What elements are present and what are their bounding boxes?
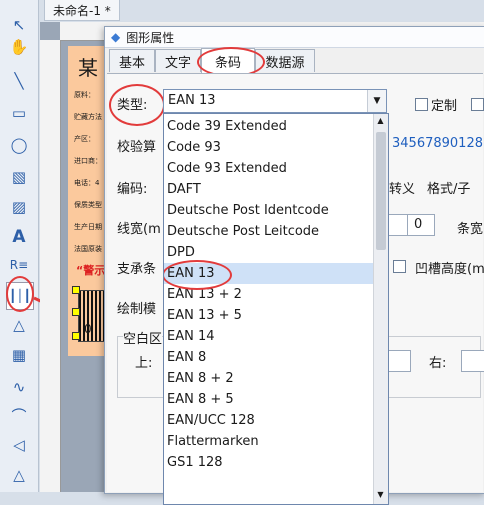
check-value: 34567890128 bbox=[392, 136, 483, 151]
top-margin-label: 上: bbox=[135, 356, 153, 371]
barcode-tool-highlight bbox=[6, 276, 34, 312]
right-margin-label: 右: bbox=[429, 356, 447, 371]
rich-text-icon[interactable]: R≡ bbox=[6, 252, 32, 278]
custom-label: 定制 bbox=[431, 99, 458, 114]
selection-handle[interactable] bbox=[72, 332, 80, 340]
dropdown-scrollbar[interactable]: ▲ ▼ bbox=[373, 114, 388, 504]
bar-width-value: 0 bbox=[414, 217, 423, 232]
label-line: 进口商： bbox=[74, 157, 102, 165]
custom-checkbox[interactable] bbox=[415, 98, 428, 111]
tab-text[interactable]: 文字 bbox=[155, 49, 201, 72]
chevron-down-icon[interactable]: ▼ bbox=[367, 90, 386, 112]
document-tab-title: 未命名-1 * bbox=[53, 3, 111, 18]
selection-handle[interactable] bbox=[72, 286, 80, 294]
scrollbar-thumb[interactable] bbox=[376, 132, 386, 250]
notch-checkbox[interactable] bbox=[393, 260, 406, 273]
document-tab[interactable]: 未命名-1 * bbox=[44, 0, 120, 21]
left-toolbar: ↖ ✋ ╲ ▭ ◯ ▧ ▨ A R≡ ┃│┃ △ ▦ ∿ ⌒ ◁ △ bbox=[0, 0, 39, 492]
notch-height-label: 凹槽高度(m bbox=[415, 262, 484, 277]
properties-dialog: ◆ 图形属性 基本 文字 条码 数据源 类型: 定制 校验算 345678901… bbox=[104, 26, 484, 505]
label-line: 产区： bbox=[74, 135, 95, 143]
dropdown-option[interactable]: DAFT bbox=[164, 179, 376, 200]
label-line: 生产日期 bbox=[74, 223, 102, 231]
bar-width-input[interactable]: 0 bbox=[407, 214, 435, 236]
support-bar-label: 支承条 bbox=[117, 262, 157, 277]
dropdown-option[interactable]: Code 93 bbox=[164, 137, 376, 158]
dropdown-option[interactable]: EAN 8 + 5 bbox=[164, 389, 376, 410]
encoding-label: 编码: bbox=[117, 182, 148, 197]
dropdown-option[interactable]: Code 93 Extended bbox=[164, 158, 376, 179]
check-algo-label: 校验算 bbox=[117, 140, 157, 155]
picture-icon[interactable]: ▨ bbox=[6, 194, 32, 220]
draw-mode-label: 绘制模 bbox=[117, 302, 157, 317]
rectangle-icon[interactable]: ▭ bbox=[6, 100, 32, 126]
extra-checkbox[interactable] bbox=[471, 98, 484, 111]
dialog-title: 图形属性 bbox=[126, 30, 175, 45]
qrcode-icon[interactable]: ▦ bbox=[6, 342, 32, 368]
label-line: 原料： bbox=[74, 91, 95, 99]
label-lines: 原料： 贮藏方法 产区： 进口商： 电话：4 保质类型 生产日期 法国原装 bbox=[74, 84, 102, 260]
format-label: 格式/子 bbox=[427, 182, 471, 197]
label-line: 贮藏方法 bbox=[74, 113, 102, 121]
dropdown-option[interactable]: Deutsche Post Identcode bbox=[164, 200, 376, 221]
curve-icon[interactable]: ∿ bbox=[6, 374, 32, 400]
image-icon[interactable]: ▧ bbox=[6, 164, 32, 190]
triangle-icon[interactable]: △ bbox=[6, 462, 32, 488]
label-barcode-digit: 0 bbox=[84, 322, 92, 336]
dropdown-option[interactable]: Deutsche Post Leitcode bbox=[164, 221, 376, 242]
dropdown-option[interactable]: EAN 8 bbox=[164, 347, 376, 368]
blank-area-label: 空白区 bbox=[123, 328, 163, 347]
dropdown-option[interactable]: EAN 13 + 5 bbox=[164, 305, 376, 326]
arc-icon[interactable]: ⌒ bbox=[6, 402, 32, 428]
dialog-titlebar[interactable]: ◆ 图形属性 bbox=[105, 27, 484, 48]
line-width-label: 线宽(m bbox=[117, 222, 161, 237]
dropdown-option[interactable]: GS1 128 bbox=[164, 452, 376, 473]
hand-icon[interactable]: ✋ bbox=[6, 34, 32, 60]
text-icon[interactable]: A bbox=[6, 224, 32, 250]
type-label-highlight bbox=[109, 84, 165, 126]
ellipse-icon[interactable]: ◯ bbox=[6, 132, 32, 158]
barcode-type-value: EAN 13 bbox=[168, 93, 216, 108]
label-line: 法国原装 bbox=[74, 245, 102, 253]
label-line: 保质类型 bbox=[74, 201, 102, 209]
tab-basic[interactable]: 基本 bbox=[109, 49, 155, 72]
right-margin-input[interactable] bbox=[461, 350, 484, 372]
shape-icon[interactable]: △ bbox=[6, 312, 32, 338]
polygon-icon[interactable]: ◁ bbox=[6, 432, 32, 458]
label-warning: “警示 bbox=[76, 264, 106, 277]
bar-width-label: 条宽 bbox=[457, 222, 484, 237]
dropdown-option[interactable]: EAN/UCC 128 bbox=[164, 410, 376, 431]
label-line: 电话：4 bbox=[74, 179, 100, 187]
dropdown-option[interactable]: EAN 14 bbox=[164, 326, 376, 347]
dialog-app-icon: ◆ bbox=[111, 30, 121, 44]
barcode-type-dropdown[interactable]: Code 39 Extended Code 93 Code 93 Extended D… bbox=[163, 113, 389, 505]
barcode-type-select[interactable]: EAN 13 ▼ bbox=[163, 89, 387, 113]
label-brand-char: 某 bbox=[78, 56, 98, 80]
dropdown-option[interactable]: Flattermarken bbox=[164, 431, 376, 452]
selected-option-highlight bbox=[164, 260, 232, 290]
dropdown-option[interactable]: EAN 8 + 2 bbox=[164, 368, 376, 389]
scroll-up-icon[interactable]: ▲ bbox=[375, 116, 386, 128]
line-icon[interactable]: ╲ bbox=[6, 68, 32, 94]
selection-handle[interactable] bbox=[72, 308, 80, 316]
vertical-ruler bbox=[40, 40, 61, 492]
dropdown-option[interactable]: Code 39 Extended bbox=[164, 116, 376, 137]
escape-label: 转义 bbox=[389, 182, 416, 197]
